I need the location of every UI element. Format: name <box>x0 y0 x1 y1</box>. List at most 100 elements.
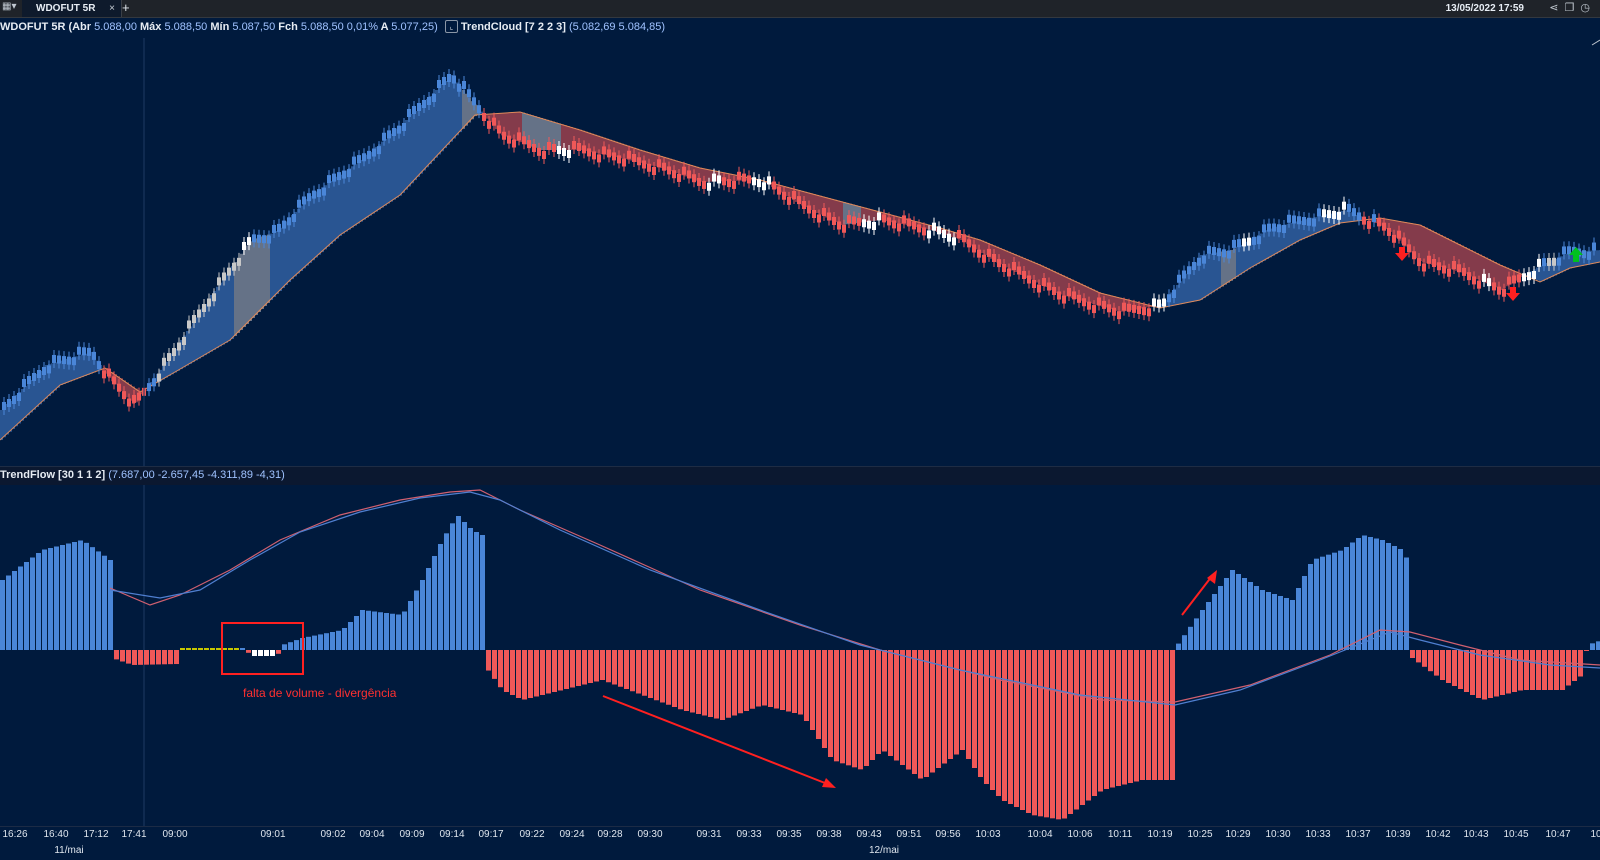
candle <box>1507 276 1511 285</box>
time-tick-label: 09:02 <box>320 829 346 840</box>
time-tick-label: 09:56 <box>935 829 961 840</box>
candle <box>1267 223 1271 232</box>
histogram-bar <box>366 610 371 650</box>
candle <box>1007 268 1011 277</box>
time-axis[interactable]: 16:26 16:40 17:12 17:41 09:00 09:01 09:02 09:04… <box>0 826 1600 860</box>
histogram-bar <box>510 650 515 695</box>
histogram-bar <box>36 553 41 650</box>
candle <box>1072 291 1076 300</box>
histogram-bar <box>1542 650 1547 690</box>
candle <box>1187 266 1191 275</box>
date-label: 12/mai <box>868 845 900 856</box>
histogram-bar <box>1410 650 1415 658</box>
time-tick-label: 10:33 <box>1305 829 1331 840</box>
histogram-bar <box>726 650 731 718</box>
candle <box>472 97 476 106</box>
cloud-segment <box>1209 253 1212 295</box>
histogram-bar <box>144 650 149 665</box>
histogram-bar <box>306 636 311 650</box>
candle <box>1537 258 1541 267</box>
candle <box>477 105 481 114</box>
histogram-bar <box>252 650 257 656</box>
cloud-segment <box>231 266 234 339</box>
candle <box>1202 255 1206 264</box>
cloud-segment <box>1440 235 1443 267</box>
candle <box>1542 258 1546 267</box>
cloud-segment <box>252 239 255 318</box>
candle <box>1272 223 1276 232</box>
candle <box>197 309 201 318</box>
cloud-segment <box>0 410 3 440</box>
time-tick-label: 09:09 <box>399 829 425 840</box>
histogram-bar <box>1038 650 1043 817</box>
histogram-bar <box>276 650 281 654</box>
candle <box>682 166 686 175</box>
candle <box>1552 257 1556 266</box>
histogram-bar <box>1380 540 1385 650</box>
histogram-bar <box>642 650 647 696</box>
candle <box>447 74 451 82</box>
histogram-bar <box>576 650 581 686</box>
candle <box>1422 263 1426 272</box>
cloud-segment <box>345 170 348 232</box>
candle <box>802 201 806 209</box>
candle <box>1387 227 1391 236</box>
cloud-segment <box>1320 215 1323 232</box>
oscillator-name[interactable]: TrendFlow [30 1 1 2] <box>0 469 105 481</box>
cloud-segment <box>186 331 189 366</box>
candle <box>337 172 341 181</box>
candle <box>1302 217 1306 225</box>
histogram-bar <box>1236 574 1241 650</box>
histogram-bar <box>1530 650 1535 690</box>
histogram-bar <box>708 650 713 717</box>
candle <box>1067 287 1071 296</box>
candle <box>162 357 166 366</box>
histogram-bar <box>1416 650 1421 663</box>
histogram-bar <box>918 650 923 779</box>
histogram-bar <box>972 650 977 768</box>
chart-canvas[interactable] <box>0 0 1600 826</box>
histogram-bar <box>72 542 77 650</box>
candle <box>1282 225 1286 233</box>
cloud-segment <box>60 360 63 385</box>
candle <box>487 120 491 129</box>
candle <box>207 298 211 307</box>
histogram-bar <box>1158 650 1163 780</box>
oscillator-title: TrendFlow [30 1 1 2] (7.687,00 -2.657,45… <box>0 466 285 484</box>
candle <box>302 196 306 205</box>
histogram-bar <box>1026 650 1031 813</box>
cloud-segment <box>357 162 360 224</box>
cloud-segment <box>387 136 390 204</box>
histogram-bar <box>1296 588 1301 650</box>
sell-arrow-icon <box>1395 247 1409 261</box>
histogram-bar <box>1254 586 1259 650</box>
candle <box>977 249 981 258</box>
histogram-bar <box>744 650 749 711</box>
histogram-bar <box>630 650 635 692</box>
candle <box>727 179 731 188</box>
histogram-bar <box>6 575 11 650</box>
histogram-bar <box>966 650 971 759</box>
candle <box>1362 216 1366 225</box>
histogram-bar <box>654 650 659 701</box>
cloud-segment <box>1233 248 1236 279</box>
candle <box>192 315 196 323</box>
candle <box>222 272 226 281</box>
candle <box>942 230 946 238</box>
candle <box>382 132 386 141</box>
cloud-segment <box>363 157 366 220</box>
time-tick-label: 10:42 <box>1425 829 1451 840</box>
histogram-bar <box>150 650 155 665</box>
time-tick-label: 09:33 <box>736 829 762 840</box>
time-tick-label: 10:43 <box>1463 829 1489 840</box>
histogram-bar <box>1062 650 1067 819</box>
histogram-bar <box>648 650 653 698</box>
candle <box>7 399 11 407</box>
histogram-bar <box>1110 650 1115 788</box>
candle <box>1287 214 1291 223</box>
candle <box>1442 265 1446 274</box>
histogram-bar <box>396 614 401 650</box>
histogram-bar <box>732 650 737 716</box>
cloud-segment <box>246 245 249 324</box>
candle <box>407 109 411 117</box>
